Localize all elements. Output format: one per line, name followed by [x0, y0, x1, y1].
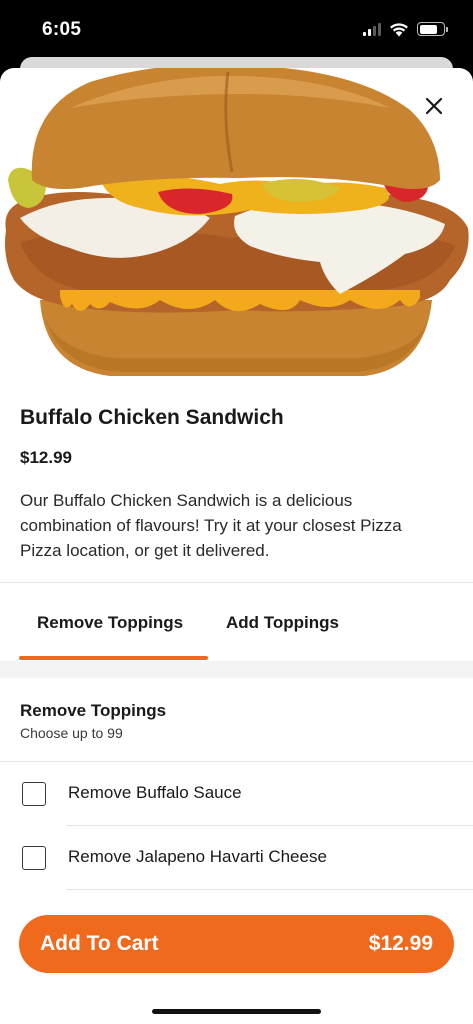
option-remove-jalapeno-havarti-cheese[interactable]: Remove Jalapeno Havarti Cheese [0, 826, 473, 890]
divider [66, 889, 473, 890]
battery-level [419, 24, 437, 34]
section-separator [0, 661, 473, 678]
active-tab-indicator [19, 656, 208, 660]
tab-add-toppings[interactable]: Add Toppings [226, 613, 339, 633]
option-remove-buffalo-sauce[interactable]: Remove Buffalo Sauce [0, 762, 473, 826]
section-subtitle: Choose up to 99 [20, 725, 123, 741]
home-indicator [152, 1009, 321, 1014]
tab-remove-toppings[interactable]: Remove Toppings [37, 613, 183, 633]
product-title: Buffalo Chicken Sandwich [20, 406, 284, 429]
product-sheet: Buffalo Chicken Sandwich $12.99 Our Buff… [0, 68, 473, 1024]
wifi-icon [390, 22, 408, 36]
status-icons [363, 21, 448, 37]
add-to-cart-button[interactable]: Add To Cart $12.99 [19, 915, 454, 973]
section-title: Remove Toppings [20, 701, 167, 720]
cellular-signal-icon [363, 22, 381, 36]
close-icon [425, 97, 443, 115]
sandwich-image [5, 68, 469, 376]
add-to-cart-label: Add To Cart [40, 932, 159, 955]
close-button[interactable] [418, 90, 450, 122]
option-label: Remove Jalapeno Havarti Cheese [68, 847, 327, 866]
battery-icon [417, 22, 448, 36]
checkbox-icon[interactable] [22, 782, 46, 806]
option-label: Remove Buffalo Sauce [68, 783, 242, 802]
cart-price: $12.99 [368, 932, 433, 955]
checkbox-icon[interactable] [22, 846, 46, 870]
product-price: $12.99 [20, 448, 72, 467]
product-description: Our Buffalo Chicken Sandwich is a delici… [20, 491, 402, 560]
topping-tabs: Remove Toppings Add Toppings [0, 583, 473, 661]
status-bar: 6:05 [0, 0, 473, 56]
status-time: 6:05 [42, 19, 82, 40]
